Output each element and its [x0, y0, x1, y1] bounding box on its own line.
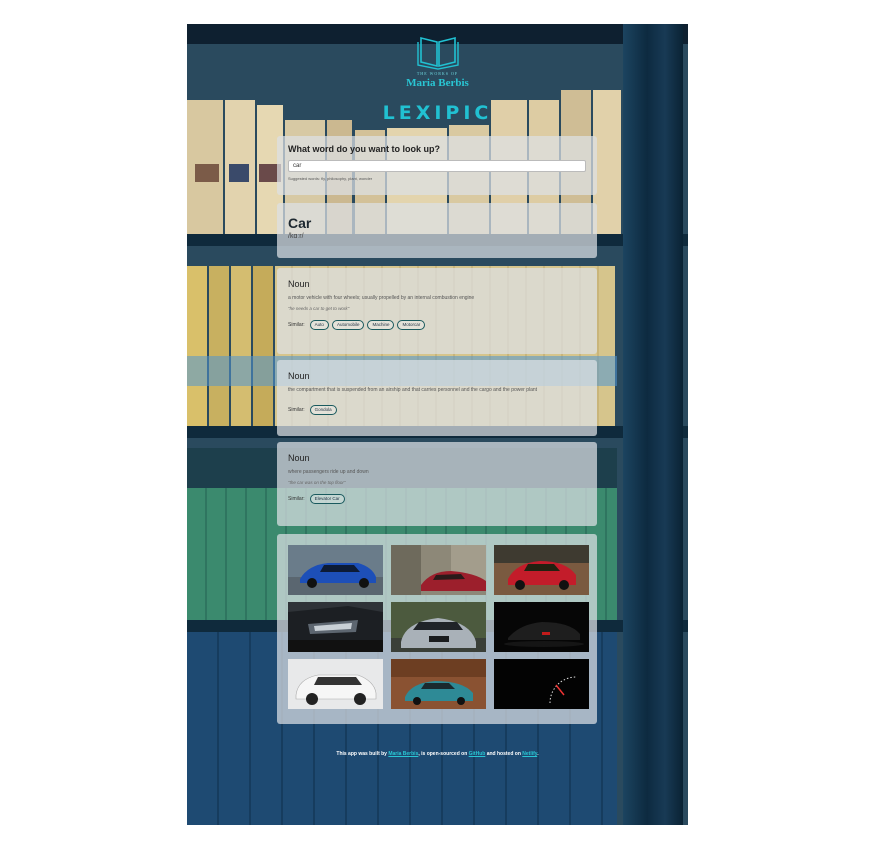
app-window: THE WORKS OF Maria Berbis LEXIPIC What w…	[187, 24, 688, 825]
blue-bmw-car-photo[interactable]	[288, 545, 383, 595]
open-book-icon	[416, 34, 459, 70]
search-question: What word do you want to look up?	[288, 144, 440, 154]
part-of-speech: Noun	[288, 453, 310, 463]
synonym-button[interactable]: Auto	[309, 320, 329, 330]
example-text: "he needs a car to get to work"	[288, 306, 350, 311]
example-text: "the car was on the top floor"	[288, 480, 346, 485]
search-card: What word do you want to look up? Sugges…	[277, 136, 597, 195]
footer-middle2: and hosted on	[486, 751, 521, 757]
synonym-button[interactable]: Automobile	[331, 320, 365, 330]
part-of-speech: Noun	[288, 279, 310, 289]
definition-card: Noun the compartment that is suspended f…	[277, 360, 597, 436]
similar-label: Similar:	[288, 407, 305, 413]
definition-text: a motor vehicle with four wheels; usuall…	[288, 295, 475, 301]
definition-text: the compartment that is suspended from a…	[288, 387, 538, 393]
synonym-button[interactable]: Machine	[367, 320, 395, 330]
word-phonetic: /kɑːr/	[288, 233, 304, 240]
red-sports-car-photo[interactable]	[494, 545, 589, 595]
synonym-button[interactable]: Motorcar	[397, 320, 426, 330]
synonym-list: Similar: Elevator Car	[288, 494, 586, 504]
netlify-link[interactable]: Netlify	[522, 751, 537, 757]
word-heading: Car	[288, 215, 312, 231]
brand-name: Maria Berbis	[406, 77, 469, 89]
synonym-list: Similar: Auto Automobile Machine Motorca…	[288, 320, 586, 330]
synonym-list: Similar: Gondola	[288, 405, 586, 415]
app-title: LEXIPIC	[382, 102, 493, 124]
search-input[interactable]	[288, 160, 586, 172]
teal-classic-car-photo[interactable]	[391, 659, 486, 709]
red-car-street-photo[interactable]	[391, 545, 486, 595]
footer-middle: , is open-sourced on	[418, 751, 468, 757]
white-suv-photo[interactable]	[288, 659, 383, 709]
definition-text: where passengers ride up and down	[288, 469, 369, 475]
footer-prefix: This app was built by	[336, 751, 387, 757]
part-of-speech: Noun	[288, 371, 310, 381]
word-card: Car /kɑːr/	[277, 203, 597, 258]
silver-mercedes-photo[interactable]	[391, 602, 486, 652]
synonym-button[interactable]: Gondola	[309, 405, 337, 415]
suggested-words: Suggested words: fly, philosophy, plant,…	[288, 176, 373, 181]
footer: This app was built by Maria Berbis, is o…	[187, 751, 688, 757]
brand-logo[interactable]: THE WORKS OF Maria Berbis	[187, 34, 688, 89]
car-headlight-photo[interactable]	[288, 602, 383, 652]
synonym-button[interactable]: Elevator Car	[309, 494, 345, 504]
similar-label: Similar:	[288, 496, 305, 502]
brand-tagline: THE WORKS OF	[416, 71, 459, 76]
author-link[interactable]: Maria Berbis	[388, 751, 418, 757]
footer-suffix: .	[537, 751, 539, 757]
dark-car-night-photo[interactable]	[494, 602, 589, 652]
github-link[interactable]: GitHub	[469, 751, 486, 757]
speedometer-photo[interactable]	[494, 659, 589, 709]
similar-label: Similar:	[288, 322, 305, 328]
image-gallery	[277, 534, 597, 724]
definition-card: Noun where passengers ride up and down "…	[277, 442, 597, 526]
definition-card: Noun a motor vehicle with four wheels; u…	[277, 268, 597, 354]
